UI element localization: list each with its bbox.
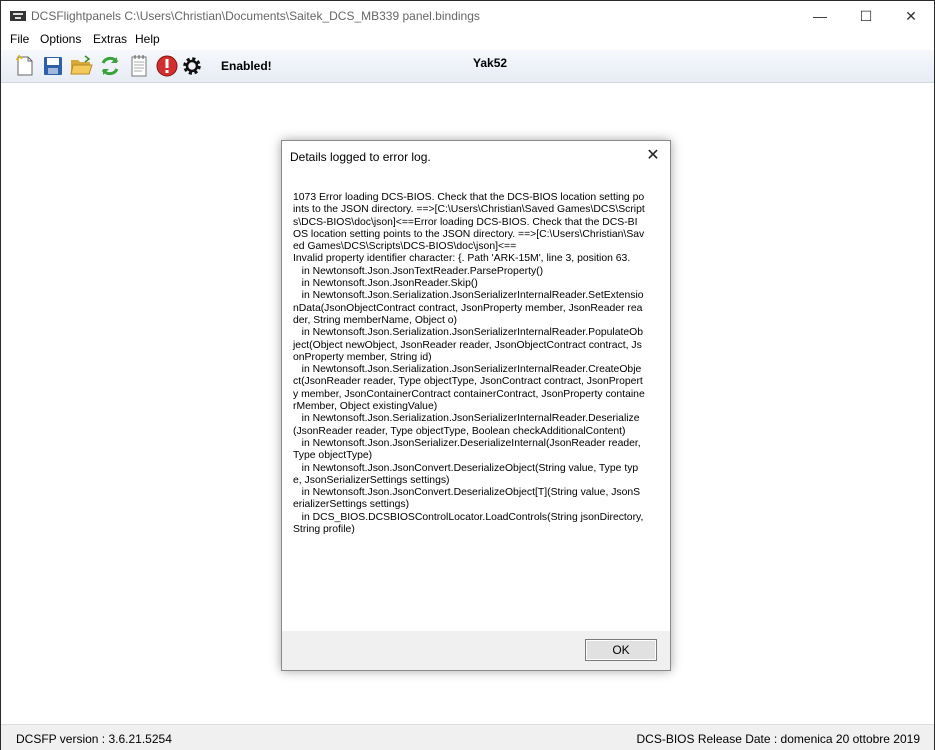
menu-extras[interactable]: Extras xyxy=(93,32,127,46)
enabled-status: Enabled! xyxy=(221,59,272,73)
window-title: DCSFlightpanels C:\Users\Christian\Docum… xyxy=(31,9,480,23)
ok-button[interactable]: OK xyxy=(585,639,657,661)
minimize-button[interactable]: — xyxy=(797,1,843,31)
open-folder-icon[interactable] xyxy=(69,54,93,78)
close-window-button[interactable]: ✕ xyxy=(888,1,934,31)
status-bar: DCSFP version : 3.6.21.5254 DCS-BIOS Rel… xyxy=(1,724,934,750)
menu-options[interactable]: Options xyxy=(40,32,81,46)
refresh-icon[interactable] xyxy=(98,54,122,78)
menu-file[interactable]: File xyxy=(10,32,29,46)
title-bar[interactable]: DCSFlightpanels C:\Users\Christian\Docum… xyxy=(1,1,934,31)
error-message: 1073 Error loading DCS-BIOS. Check that … xyxy=(293,192,645,536)
dialog-footer: OK xyxy=(282,631,670,670)
save-icon[interactable] xyxy=(41,54,65,78)
dialog-close-icon[interactable]: ✕ xyxy=(642,145,664,167)
version-text: DCSFP version : 3.6.21.5254 xyxy=(16,732,172,746)
new-file-icon[interactable] xyxy=(13,54,37,78)
notepad-icon[interactable] xyxy=(127,54,151,78)
menu-help[interactable]: Help xyxy=(135,32,160,46)
error-dialog: Details logged to error log. ✕ 1073 Erro… xyxy=(281,140,671,671)
aircraft-label: Yak52 xyxy=(473,56,508,70)
error-icon[interactable] xyxy=(155,54,179,78)
toolbar: Enabled! Yak52 xyxy=(1,50,934,83)
maximize-button[interactable]: ☐ xyxy=(843,1,889,31)
dialog-title: Details logged to error log. xyxy=(290,150,431,164)
app-window: DCSFlightpanels C:\Users\Christian\Docum… xyxy=(0,0,935,750)
app-logo-icon xyxy=(10,11,26,21)
settings-gear-icon[interactable] xyxy=(180,54,204,78)
release-date-text: DCS-BIOS Release Date : domenica 20 otto… xyxy=(636,732,921,746)
menu-bar: File Options Extras Help xyxy=(1,31,934,50)
